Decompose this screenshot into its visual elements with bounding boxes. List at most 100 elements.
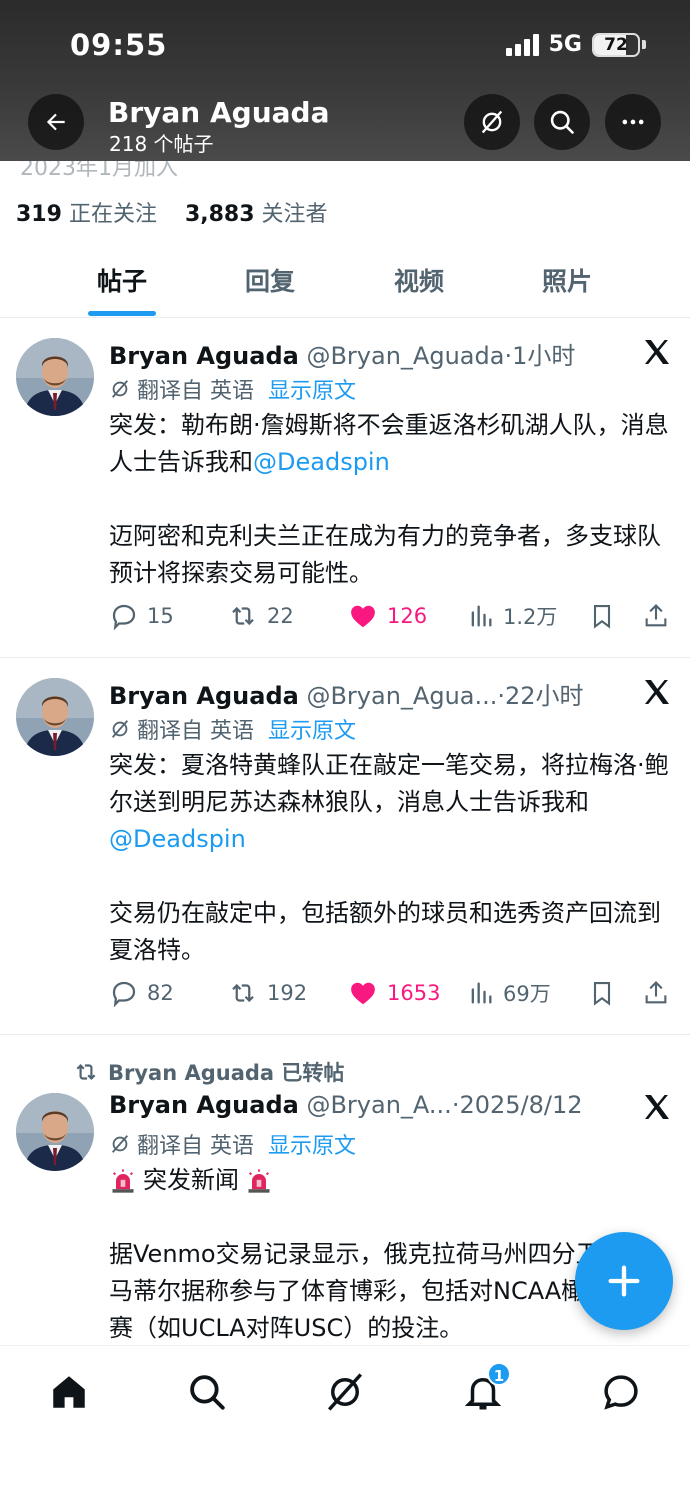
siren-icon [112, 1168, 134, 1193]
tweet-handle[interactable]: @Bryan_A... [306, 1091, 451, 1119]
battery-cap [642, 40, 646, 49]
views-icon [471, 982, 492, 1004]
tweet-time: ·2025/8/12 [451, 1091, 583, 1119]
tab-posts[interactable]: 帖子 [62, 262, 182, 298]
repost-icon [232, 983, 254, 1003]
views-button[interactable]: 1.2万 [467, 601, 557, 631]
nav-notifications[interactable]: 1 [459, 1362, 511, 1416]
translate-row: 翻译自 英语 显示原文 [109, 1128, 356, 1160]
followers-label: 关注者 [261, 202, 328, 227]
mention-link[interactable]: @Deadspin [109, 825, 246, 853]
following-link[interactable]: 319 正在关注 [16, 202, 157, 227]
grok-icon [327, 1373, 363, 1411]
bookmark-button[interactable] [588, 978, 616, 1008]
avatar[interactable] [16, 338, 94, 416]
followers-count: 3,883 [184, 202, 255, 227]
like-button[interactable]: 126 [347, 601, 427, 631]
nav-home[interactable] [45, 1368, 93, 1416]
translate-icon [111, 380, 129, 398]
heart-icon [351, 605, 375, 628]
avatar[interactable] [16, 1093, 94, 1171]
tweet-header: Bryan Aguada @Bryan_Agua...·22小时 [109, 676, 584, 711]
tweet[interactable]: Bryan Aguada @Bryan_Aguada·1小时 翻译自 英语 显示… [0, 318, 690, 658]
x-logo-icon [645, 1095, 669, 1119]
home-icon [53, 1376, 85, 1408]
nav-messages[interactable] [597, 1368, 645, 1416]
tweet[interactable]: Bryan Aguada @Bryan_Agua...·22小时 翻译自 英语 … [0, 658, 690, 1035]
back-button[interactable] [28, 94, 84, 150]
more-button[interactable] [605, 94, 661, 150]
translate-row: 翻译自 英语 显示原文 [109, 713, 356, 745]
more-icon [622, 119, 644, 125]
share-icon [645, 981, 667, 1004]
repost-icon [76, 1063, 96, 1081]
translate-label: 翻译自 英语 [137, 719, 254, 744]
tab-photos[interactable]: 照片 [507, 262, 627, 298]
reply-count: 82 [147, 981, 174, 1005]
mention-link[interactable]: @Deadspin [253, 448, 390, 476]
avatar[interactable] [16, 678, 94, 756]
tweet-actions: 15 22 126 1.2万 [109, 601, 674, 635]
like-button[interactable]: 1653 [347, 978, 440, 1008]
heart-icon [351, 982, 375, 1005]
repost-indicator: Bryan Aguada 已转帖 [72, 1057, 344, 1087]
tweet-time: ·1小时 [504, 342, 576, 370]
views-count: 1.2万 [503, 605, 558, 629]
share-button[interactable] [642, 978, 670, 1008]
tweet-text: 突发：勒布朗·詹姆斯将不会重返洛杉矶湖人队，消息人士告诉我和@Deadspin … [109, 407, 679, 592]
plus-icon [608, 1265, 640, 1297]
x-logo-icon [645, 340, 669, 364]
bookmark-button[interactable] [588, 601, 616, 631]
repost-button[interactable]: 22 [227, 601, 294, 631]
tweet-author-name[interactable]: Bryan Aguada [109, 342, 299, 370]
views-icon [471, 605, 492, 627]
repost-icon [232, 606, 254, 626]
followers-link[interactable]: 3,883 关注者 [185, 202, 328, 227]
bottom-nav: 1 [0, 1345, 690, 1493]
like-count: 1653 [387, 981, 441, 1005]
reply-button[interactable]: 82 [109, 978, 174, 1008]
show-original-link[interactable]: 显示原文 [268, 373, 356, 405]
search-icon [190, 1375, 225, 1410]
nav-grok[interactable] [321, 1368, 369, 1416]
tab-replies[interactable]: 回复 [210, 262, 330, 298]
views-button[interactable]: 69万 [467, 978, 551, 1008]
network-type: 5G [548, 32, 582, 57]
grok-button[interactable] [464, 94, 520, 150]
notification-badge: 1 [487, 1362, 511, 1386]
messages-icon [604, 1375, 638, 1410]
x-logo-icon [645, 680, 669, 704]
tweet-handle[interactable]: @Bryan_Agua... [306, 682, 497, 710]
tweet-text-p2: 交易仍在敲定中，包括额外的球员和选秀资产回流到夏洛特。 [109, 899, 661, 964]
active-tab-indicator [88, 311, 156, 316]
battery-icon: 72 [592, 32, 640, 57]
tweet-author-name[interactable]: Bryan Aguada [109, 682, 299, 710]
tweet-actions: 82 192 1653 69万 [109, 978, 674, 1012]
tweet-author-name[interactable]: Bryan Aguada [109, 1091, 299, 1119]
translate-icon [111, 1135, 129, 1153]
tweet-handle[interactable]: @Bryan_Aguada [306, 342, 504, 370]
translate-icon [111, 720, 129, 738]
views-count: 69万 [503, 982, 551, 1006]
tweet-text-p2: 迈阿密和克利夫兰正在成为有力的竞争者，多支球队预计将探索交易可能性。 [109, 522, 661, 587]
profile-name: Bryan Aguada [108, 96, 330, 129]
show-original-link[interactable]: 显示原文 [268, 1128, 356, 1160]
repost-note-text[interactable]: Bryan Aguada 已转帖 [108, 1057, 344, 1087]
battery-percent: 72 [604, 34, 628, 55]
reply-button[interactable]: 15 [109, 601, 174, 631]
reply-count: 15 [147, 604, 174, 628]
tab-videos[interactable]: 视频 [359, 262, 479, 298]
status-indicators: 5G 72 [505, 32, 646, 57]
tweet-time: ·22小时 [497, 682, 584, 710]
repost-button[interactable]: 192 [227, 978, 307, 1008]
share-icon [645, 604, 667, 627]
bookmark-icon [593, 982, 611, 1006]
search-button[interactable] [534, 94, 590, 150]
tweet-text: 突发：夏洛特黄蜂队正在敲定一笔交易，将拉梅洛·鲍尔送到明尼苏达森林狼队，消息人士… [109, 747, 679, 969]
nav-search[interactable] [183, 1368, 231, 1416]
compose-button[interactable] [575, 1232, 673, 1330]
status-time: 09:55 [70, 28, 168, 62]
share-button[interactable] [642, 601, 670, 631]
reply-icon [112, 981, 136, 1008]
show-original-link[interactable]: 显示原文 [268, 713, 356, 745]
